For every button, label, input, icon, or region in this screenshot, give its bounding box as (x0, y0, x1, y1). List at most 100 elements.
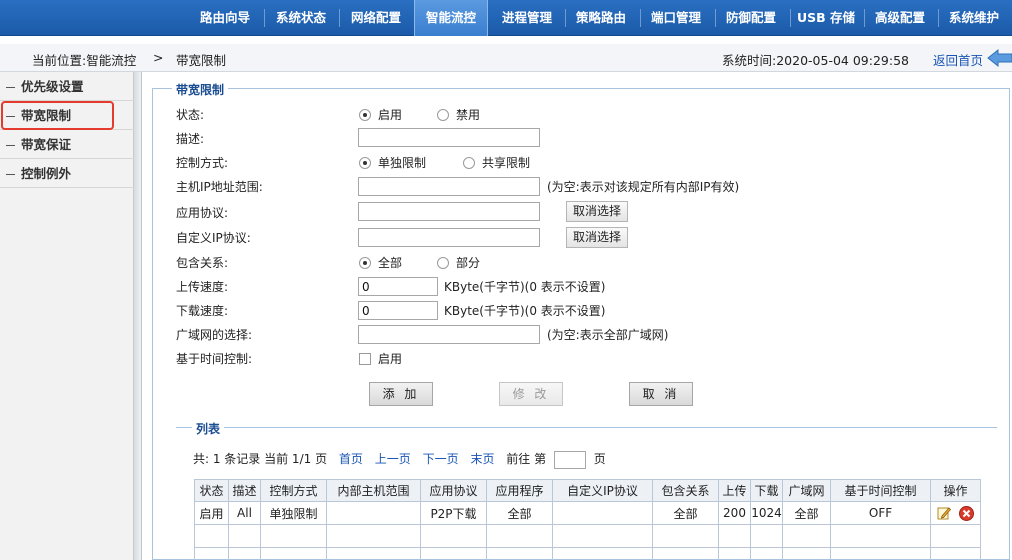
breadcrumb: 当前位置:智能流控 > 带宽限制 系统时间:2020-05-04 09:29:5… (0, 44, 1012, 72)
first-page-link[interactable]: 首页 (339, 452, 363, 466)
download-speed-input[interactable] (358, 301, 438, 320)
dash-icon (6, 87, 15, 88)
nav-item-policy-routing[interactable]: 策略路由 (566, 0, 636, 36)
nav-item-port-management[interactable]: 端口管理 (641, 0, 711, 36)
table-header-row: 状态 描述 控制方式 内部主机范围 应用协议 应用程序 自定义IP协议 包含关系… (194, 479, 981, 502)
cancel-button[interactable]: 取 消 (629, 382, 693, 406)
control-mode-shared-radio[interactable] (463, 157, 475, 169)
next-page-link[interactable]: 下一页 (423, 452, 459, 466)
app-protocol-cancel-select-button[interactable]: 取消选择 (566, 201, 629, 222)
selected-item-highlight (1, 101, 114, 130)
sidebar-item-label: 带宽保证 (21, 137, 72, 152)
sidebar-item-priority-settings[interactable]: 优先级设置 (0, 72, 134, 101)
cell-app-protocol: P2P下载 (420, 501, 487, 525)
cell-upload: 200 (718, 501, 751, 525)
cell-custom-ip-protocol (552, 501, 653, 525)
cell-download: 1024 (750, 501, 783, 525)
cell-time-control: OFF (830, 501, 931, 525)
nav-item-system-maintenance[interactable]: 系统维护 (939, 0, 1009, 36)
column-header: 应用协议 (420, 479, 487, 502)
upload-speed-hint: KByte(千字节)(0 表示不设置) (444, 280, 606, 294)
add-button[interactable]: 添 加 (369, 382, 433, 406)
status-label: 状态: (176, 108, 205, 122)
list-divider (176, 427, 997, 428)
include-all-label: 全部 (378, 256, 403, 270)
column-header: 状态 (194, 479, 229, 502)
modify-button[interactable]: 修 改 (499, 382, 563, 406)
delete-icon[interactable] (958, 505, 974, 521)
include-partial-label: 部分 (456, 256, 481, 270)
custom-ip-protocol-input[interactable] (358, 228, 540, 247)
pagination-bar: 共: 1 条记录 当前 1/1 页 首页 上一页 下一页 末页 前往 第 页 (193, 450, 606, 469)
goto-page-suffix: 页 (593, 452, 606, 466)
custom-ip-protocol-label: 自定义IP协议: (176, 231, 251, 245)
upload-speed-label: 上传速度: (176, 280, 229, 294)
wan-hint: (为空:表示全部广域网) (547, 328, 669, 342)
time-control-checkbox[interactable] (359, 353, 371, 365)
app-protocol-label: 应用协议: (176, 206, 229, 220)
status-enable-radio[interactable] (359, 109, 371, 121)
include-all-radio[interactable] (359, 257, 371, 269)
breadcrumb-separator: > (153, 50, 164, 65)
dash-icon (6, 174, 15, 175)
wan-select-label: 广域网的选择: (176, 328, 253, 342)
table-row: 启用 All 单独限制 P2P下载 全部 全部 200 1024 全部 OFF (194, 501, 981, 525)
column-header: 描述 (228, 479, 261, 502)
rules-table: 状态 描述 控制方式 内部主机范围 应用协议 应用程序 自定义IP协议 包含关系… (194, 479, 981, 560)
top-navigation-bar: 路由向导 系统状态 网络配置 智能流控 进程管理 策略路由 端口管理 防御配置 … (0, 0, 1012, 36)
status-disable-label: 禁用 (456, 108, 481, 122)
host-ip-range-input[interactable] (358, 177, 540, 196)
time-control-label: 基于时间控制: (176, 352, 253, 366)
app-protocol-input[interactable] (358, 202, 540, 221)
cell-application: 全部 (486, 501, 553, 525)
table-row (194, 524, 981, 548)
nav-item-usb-storage[interactable]: USB 存储 (791, 0, 861, 36)
nav-item-network-config[interactable]: 网络配置 (341, 0, 411, 36)
edit-icon[interactable] (937, 506, 952, 520)
nav-item-system-status[interactable]: 系统状态 (266, 0, 336, 36)
status-enable-label: 启用 (378, 108, 403, 122)
wan-select-input[interactable] (358, 325, 540, 344)
cell-status: 启用 (194, 501, 229, 525)
cell-description: All (228, 501, 261, 525)
status-disable-radio[interactable] (437, 109, 449, 121)
custom-ip-cancel-select-button[interactable]: 取消选择 (566, 227, 629, 248)
nav-item-defense-config[interactable]: 防御配置 (716, 0, 786, 36)
nav-item-process-management[interactable]: 进程管理 (492, 0, 562, 36)
system-time: 系统时间:2020-05-04 09:29:58 (722, 53, 909, 68)
prev-page-link[interactable]: 上一页 (375, 452, 411, 466)
goto-page-input[interactable] (553, 450, 586, 469)
download-speed-hint: KByte(千字节)(0 表示不设置) (444, 304, 606, 318)
host-ip-range-label: 主机IP地址范围: (176, 180, 263, 194)
sidebar-item-bandwidth-guarantee[interactable]: 带宽保证 (0, 130, 134, 159)
nav-item-router-wizard[interactable]: 路由向导 (190, 0, 260, 36)
column-header: 基于时间控制 (830, 479, 931, 502)
time-control-enable-label: 启用 (378, 352, 403, 366)
upload-speed-input[interactable] (358, 277, 438, 296)
sidebar-item-control-exception[interactable]: 控制例外 (0, 159, 134, 188)
include-partial-radio[interactable] (437, 257, 449, 269)
back-home-link[interactable]: 返回首页 (933, 50, 983, 69)
table-row (194, 547, 981, 560)
nav-item-advanced-config[interactable]: 高级配置 (865, 0, 935, 36)
include-relation-label: 包含关系: (176, 256, 229, 270)
column-header: 上传 (718, 479, 751, 502)
back-arrow-icon[interactable] (986, 48, 1012, 68)
nav-item-smart-flow-control[interactable]: 智能流控 (414, 0, 488, 36)
control-mode-single-radio[interactable] (359, 157, 371, 169)
sidebar-splitter[interactable] (134, 72, 142, 560)
column-header: 包含关系 (652, 479, 719, 502)
sidebar: 优先级设置 带宽限制 带宽保证 控制例外 (0, 72, 134, 560)
cell-control-mode: 单独限制 (260, 501, 327, 525)
column-header: 下载 (750, 479, 783, 502)
column-header: 自定义IP协议 (552, 479, 653, 502)
breadcrumb-location: 当前位置:智能流控 (32, 53, 137, 68)
last-page-link[interactable]: 末页 (470, 452, 494, 466)
cell-host-range (326, 501, 421, 525)
description-input[interactable] (358, 128, 540, 147)
cell-include-relation: 全部 (652, 501, 719, 525)
column-header: 广域网 (782, 479, 831, 502)
fieldset-legend: 带宽限制 (172, 81, 229, 98)
column-header: 内部主机范围 (326, 479, 421, 502)
sidebar-item-label: 优先级设置 (21, 79, 84, 94)
